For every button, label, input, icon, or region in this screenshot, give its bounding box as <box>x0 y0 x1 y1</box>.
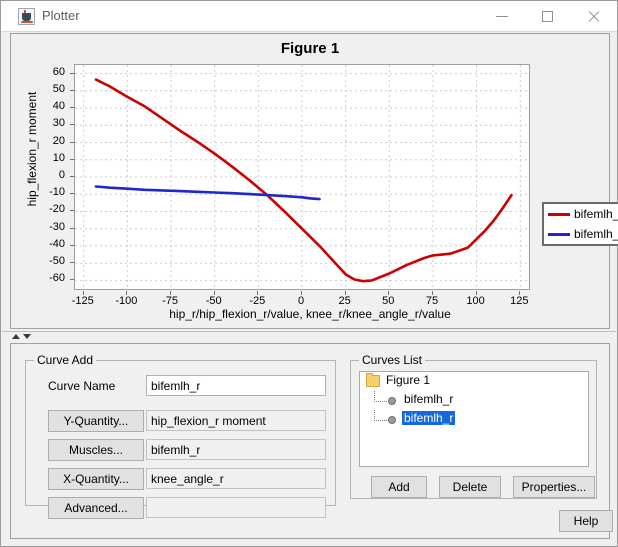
y-tick-label: 50 <box>52 82 65 95</box>
y-tick-label: -20 <box>49 203 65 216</box>
x-tick-mark <box>475 291 477 295</box>
x-axis-label: hip_r/hip_flexion_r/value, knee_r/knee_a… <box>169 307 451 321</box>
curve-add-group: Curve Add Curve Name bifemlh_r Y-Quantit… <box>25 353 336 519</box>
tree-item-label[interactable]: bifemlh_r <box>402 392 455 406</box>
curve-bullet-icon <box>388 416 396 424</box>
window-title: Plotter <box>42 8 80 23</box>
x-tick-label: -125 <box>71 295 94 307</box>
y-tick-label: 40 <box>52 100 65 113</box>
x-tick-label: 50 <box>382 295 395 307</box>
curve-add-group-title: Curve Add <box>34 353 97 367</box>
curve-name-input[interactable]: bifemlh_r <box>146 375 326 396</box>
tree-item-label-selected[interactable]: bifemlh_r <box>402 411 456 425</box>
x-tick-label: 125 <box>510 295 529 307</box>
muscles-value[interactable]: bifemlh_r <box>146 439 326 460</box>
tree-item-row[interactable]: bifemlh_r <box>360 410 588 429</box>
x-tick-mark <box>344 291 346 295</box>
y-tick-label: 20 <box>52 134 65 147</box>
curve-name-label: Curve Name <box>48 379 116 393</box>
collapse-up-arrow-icon[interactable] <box>12 334 20 339</box>
tree-connector-icon <box>374 391 387 402</box>
y-quantity-button[interactable]: Y-Quantity... <box>48 410 144 432</box>
curves-tree[interactable]: Figure 1 bifemlh_r bifemlh_r <box>359 371 589 467</box>
x-tick-mark <box>519 291 521 295</box>
y-tick-label: 0 <box>58 169 65 181</box>
x-tick-mark <box>126 291 128 295</box>
add-button[interactable]: Add <box>371 476 427 498</box>
x-tick-mark <box>213 291 215 295</box>
plot-svg <box>75 65 529 289</box>
y-axis-label: hip_flexion_r moment <box>25 91 39 207</box>
y-tick-label: -40 <box>49 237 65 250</box>
x-tick-label: -25 <box>249 295 266 307</box>
legend-swatch-red <box>548 213 570 216</box>
advanced-value[interactable] <box>146 497 326 518</box>
delete-button[interactable]: Delete <box>439 476 501 498</box>
plot-wrapper: Figure 1 hip_flexion_r moment 60 50 40 30 20… <box>11 34 618 328</box>
curve-bullet-icon <box>388 397 396 405</box>
x-tick-mark <box>257 291 259 295</box>
x-tick-label: 100 <box>466 295 485 307</box>
y-tick-label: 60 <box>52 65 65 78</box>
x-tick-label: -100 <box>115 295 138 307</box>
help-button[interactable]: Help <box>559 510 613 532</box>
java-coffee-cup-icon <box>18 8 35 25</box>
y-tick-label: -30 <box>49 220 65 233</box>
bottom-panel: Curve Add Curve Name bifemlh_r Y-Quantit… <box>10 343 613 539</box>
y-tick-label: -10 <box>49 186 65 199</box>
plot-area[interactable] <box>74 64 530 290</box>
x-tick-mark <box>301 291 302 295</box>
legend-item: bifemlh_r <box>544 205 618 224</box>
x-quantity-value[interactable]: knee_angle_r <box>146 468 326 489</box>
minimize-button[interactable] <box>479 1 525 31</box>
close-button[interactable] <box>571 1 617 31</box>
curves-list-group: Curves List Figure 1 bifemlh_r bifemlh_r <box>350 353 597 499</box>
x-tick-mark <box>82 291 84 295</box>
x-tick-label: -50 <box>205 295 222 307</box>
maximize-icon <box>542 11 553 22</box>
y-tick-label: -50 <box>49 255 65 268</box>
y-quantity-value[interactable]: hip_flexion_r moment <box>146 410 326 431</box>
y-tick-label: 10 <box>52 151 65 164</box>
collapse-down-arrow-icon[interactable] <box>23 334 31 339</box>
y-tick-label: -60 <box>49 272 65 285</box>
x-quantity-button[interactable]: X-Quantity... <box>48 468 144 490</box>
legend-item: bifemlh_r <box>544 225 618 244</box>
plotter-window: Plotter Figure 1 hip_flexion_r moment 60… <box>0 0 618 547</box>
advanced-button[interactable]: Advanced... <box>48 497 144 519</box>
x-tick-mark <box>388 291 390 295</box>
tree-item-row[interactable]: bifemlh_r <box>360 391 588 410</box>
minimize-icon <box>496 16 508 17</box>
legend-label: bifemlh_r <box>574 227 618 241</box>
chart-title: Figure 1 <box>280 40 340 57</box>
x-tick-label: -75 <box>162 295 178 307</box>
tree-connector-icon <box>374 410 387 421</box>
legend-swatch-blue <box>548 233 570 236</box>
x-tick-mark <box>170 291 172 295</box>
x-tick-mark <box>431 291 433 295</box>
split-pane-divider[interactable] <box>2 331 616 342</box>
x-tick-label: 75 <box>425 295 439 307</box>
curves-list-group-title: Curves List <box>359 353 426 367</box>
x-tick-label: 0 <box>297 295 305 307</box>
maximize-button[interactable] <box>525 1 571 31</box>
title-bar: Plotter <box>1 1 617 32</box>
tree-root-label: Figure 1 <box>386 373 431 387</box>
chart-legend: bifemlh_r bifemlh_r <box>542 202 618 246</box>
muscles-button[interactable]: Muscles... <box>48 439 144 461</box>
folder-icon <box>366 373 380 387</box>
properties-button[interactable]: Properties... <box>513 476 595 498</box>
legend-label: bifemlh_r <box>574 207 618 221</box>
tree-root-row[interactable]: Figure 1 <box>360 372 588 391</box>
y-tick-label: 30 <box>52 117 65 130</box>
chart-panel: Figure 1 hip_flexion_r moment 60 50 40 30 20… <box>10 33 618 329</box>
x-tick-label: 25 <box>338 295 351 307</box>
